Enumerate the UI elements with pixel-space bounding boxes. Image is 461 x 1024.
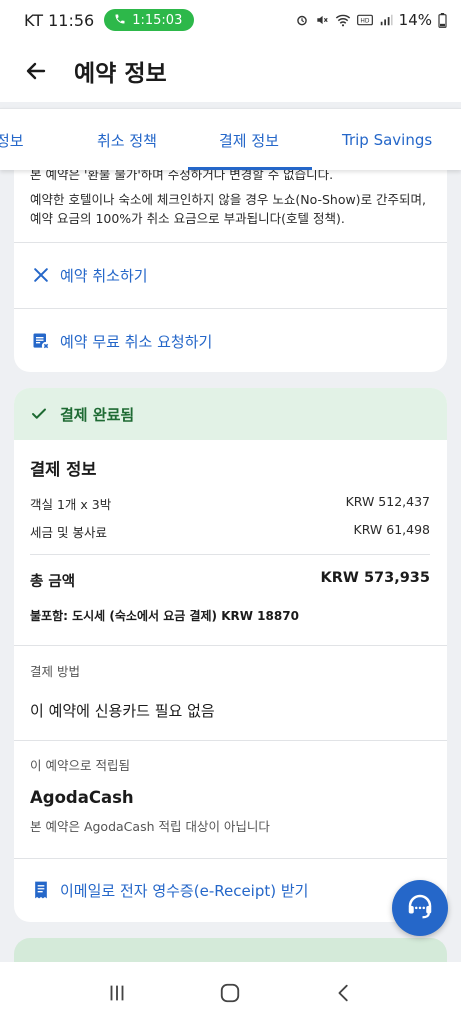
ongoing-call-pill[interactable]: 1:15:03: [104, 9, 195, 31]
payment-method-value: 이 예약에 신용카드 필요 없음: [30, 702, 215, 720]
wifi-icon: [335, 14, 350, 27]
tab-info[interactable]: 정보: [0, 109, 24, 171]
page-title: 예약 정보: [74, 61, 167, 87]
tab-trip-savings[interactable]: Trip Savings: [342, 109, 432, 171]
app-header: 예약 정보: [0, 40, 461, 102]
close-icon: [30, 264, 52, 286]
email-receipt-label: 이메일로 전자 영수증(e-Receipt) 받기: [60, 881, 309, 900]
divider: [14, 645, 447, 646]
payment-section-title: 결제 정보: [30, 460, 97, 479]
battery-percent: 14%: [398, 11, 432, 29]
document-cancel-icon: [30, 330, 52, 352]
excluded-tax-note: 불포함: 도시세 (숙소에서 요금 결제) KRW 18870: [30, 609, 299, 623]
divider: [14, 308, 447, 309]
policy-noshow-text: 예약한 호텔이나 숙소에 체크인하지 않을 경우 노쇼(No-Show)로 간주…: [30, 192, 427, 226]
agodacash-title: AgodaCash: [30, 788, 134, 807]
email-receipt-button[interactable]: 이메일로 전자 영수증(e-Receipt) 받기: [30, 879, 308, 901]
battery-icon: [438, 12, 447, 28]
payment-status-label: 결제 완료됨: [60, 405, 135, 424]
clock-label: 11:56: [48, 10, 95, 30]
carrier-label: KT: [24, 10, 44, 30]
room-charge-row: 객실 1개 x 3박 KRW 512,437: [30, 494, 430, 513]
status-bar: KT 11:56 1:15:03 HD 14%: [0, 0, 461, 40]
divider: [30, 554, 430, 555]
tax-value: KRW 61,498: [353, 522, 430, 537]
hd-icon: HD: [356, 14, 373, 26]
tax-label: 세금 및 봉사료: [30, 525, 107, 540]
recent-apps-icon[interactable]: [97, 973, 137, 1013]
customer-support-button[interactable]: [392, 880, 448, 936]
tab-cancellation-policy[interactable]: 취소 정책: [97, 109, 157, 171]
tax-row: 세금 및 봉사료 KRW 61,498: [30, 522, 430, 541]
svg-text:HD: HD: [360, 18, 370, 25]
call-timer: 1:15:03: [132, 12, 183, 28]
earned-label: 이 예약으로 적립됨: [30, 758, 130, 773]
alarm-icon: [296, 15, 307, 26]
receipt-icon: [30, 879, 52, 901]
payment-card: 결제 완료됨 결제 정보 객실 1개 x 3박 KRW 512,437 세금 및…: [14, 388, 447, 922]
system-nav-bar: [0, 962, 461, 1024]
mute-icon: [316, 15, 328, 25]
phone-icon: [114, 13, 126, 28]
back-arrow-icon[interactable]: [22, 57, 50, 85]
payment-status-banner: 결제 완료됨: [14, 388, 447, 440]
cancellation-policy-card: 본 예약은 '환불 불가'하며 수정하거나 변경할 수 없습니다. 예약한 호텔…: [14, 150, 447, 372]
free-cancel-request-label: 예약 무료 취소 요청하기: [60, 332, 213, 351]
agodacash-note: 본 예약은 AgodaCash 적립 대상이 아닙니다: [30, 819, 270, 834]
divider: [14, 740, 447, 741]
total-value: KRW 573,935: [320, 570, 431, 586]
cancel-booking-button[interactable]: 예약 취소하기: [30, 264, 148, 286]
total-label: 총 금액: [30, 574, 76, 590]
divider: [14, 858, 447, 859]
room-charge-label: 객실 1개 x 3박: [30, 497, 112, 512]
tab-bar: 정보 취소 정책 결제 정보 Trip Savings: [0, 108, 461, 170]
total-row: 총 금액 KRW 573,935: [30, 570, 430, 591]
room-charge-value: KRW 512,437: [345, 494, 430, 509]
back-icon[interactable]: [324, 973, 364, 1013]
free-cancel-request-button[interactable]: 예약 무료 취소 요청하기: [30, 330, 212, 352]
cancel-booking-label: 예약 취소하기: [60, 266, 148, 285]
status-carrier: KT 11:56: [24, 11, 94, 30]
headset-icon: [405, 891, 435, 925]
check-icon: [30, 405, 48, 423]
tab-payment-info[interactable]: 결제 정보: [219, 109, 279, 171]
divider: [14, 242, 447, 243]
payment-method-label: 결제 방법: [30, 664, 80, 679]
status-icons: HD 14%: [295, 11, 447, 29]
home-icon[interactable]: [210, 973, 250, 1013]
active-tab-indicator: [188, 167, 312, 170]
signal-icon: [380, 14, 393, 26]
